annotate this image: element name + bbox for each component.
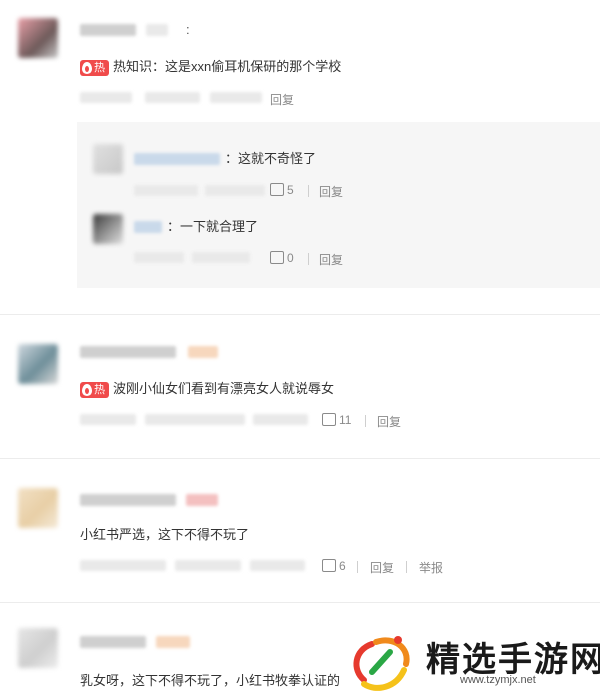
divider [0, 314, 600, 315]
comment-body: 波刚小仙女们看到有漂亮女人就说辱女 [113, 381, 335, 396]
flame-icon [82, 61, 92, 74]
thumbs-up-icon [322, 559, 336, 573]
user-badge-blurred [188, 346, 218, 358]
user-badge-blurred [186, 494, 218, 506]
avatar[interactable] [18, 344, 58, 384]
reply-like-button[interactable]: 5 [270, 183, 294, 197]
like-button[interactable]: 11 [322, 413, 351, 427]
comment-body: 热知识：这是xxn偷耳机保研的那个学校 [113, 59, 342, 74]
separator [365, 415, 366, 427]
logo-icon [353, 636, 410, 691]
hot-badge: 热 [80, 381, 109, 398]
reply-meta-blurred [134, 252, 184, 263]
location-blurred [145, 92, 200, 103]
watermark: 精选手游网 www.tzymjx.net [340, 628, 600, 696]
flame-icon [82, 383, 92, 396]
divider [0, 602, 600, 603]
user-badge-blurred [156, 636, 190, 648]
device-blurred [250, 560, 305, 571]
divider [0, 458, 600, 459]
thumbs-up-icon [322, 413, 336, 427]
username-blurred[interactable] [80, 24, 136, 36]
timestamp-blurred [80, 560, 166, 571]
username-blurred[interactable] [80, 494, 176, 506]
comment-body: 乳女呀，这下不得不玩了，小红书牧拳认证的 [80, 673, 341, 688]
replies-container: ：这就不奇怪了 5 回复 ：一下就合理了 0 回复 [77, 122, 600, 288]
device-blurred [253, 414, 308, 425]
timestamp-blurred [80, 414, 136, 425]
username-blurred[interactable] [80, 346, 176, 358]
hot-badge: 热 [80, 59, 109, 76]
reply-meta-blurred [134, 185, 198, 196]
user-badge-blurred [146, 24, 168, 36]
reply-meta2-blurred [205, 185, 265, 196]
reply-like-button[interactable]: 0 [270, 251, 294, 265]
like-button[interactable]: 6 [322, 559, 346, 573]
reply-username-blurred[interactable] [134, 153, 220, 165]
separator [308, 253, 309, 265]
avatar[interactable] [18, 488, 58, 528]
device-blurred [210, 92, 262, 103]
avatar[interactable] [18, 18, 58, 58]
comment-body: 小红书严选，这下不得不玩了 [80, 527, 250, 542]
username-blurred[interactable] [80, 636, 146, 648]
timestamp-blurred [80, 92, 132, 103]
thumbs-up-icon [270, 183, 284, 197]
avatar[interactable] [18, 628, 58, 668]
reply-link[interactable]: 回复 [370, 559, 394, 576]
separator [357, 561, 358, 573]
reply-reply-link[interactable]: 回复 [319, 251, 343, 268]
reply-username-blurred[interactable] [134, 221, 162, 233]
username-colon: : [186, 22, 190, 37]
report-link[interactable]: 举报 [419, 559, 443, 576]
reply-text: ：一下就合理了 [167, 219, 259, 234]
reply-avatar[interactable] [93, 214, 123, 244]
reply-link[interactable]: 回复 [270, 91, 294, 108]
location-blurred [175, 560, 241, 571]
reply-link[interactable]: 回复 [377, 413, 401, 430]
comment-text: 热波刚小仙女们看到有漂亮女人就说辱女 [80, 380, 334, 398]
reply-reply-link[interactable]: 回复 [319, 183, 343, 200]
watermark-url: www.tzymjx.net [460, 674, 536, 686]
thumbs-up-icon [270, 251, 284, 265]
reply-avatar[interactable] [93, 144, 123, 174]
separator [308, 185, 309, 197]
reply-meta2-blurred [192, 252, 250, 263]
separator [406, 561, 407, 573]
location-blurred [145, 414, 245, 425]
reply-text: ：这就不奇怪了 [225, 151, 317, 166]
comment-text: 热热知识：这是xxn偷耳机保研的那个学校 [80, 58, 341, 76]
